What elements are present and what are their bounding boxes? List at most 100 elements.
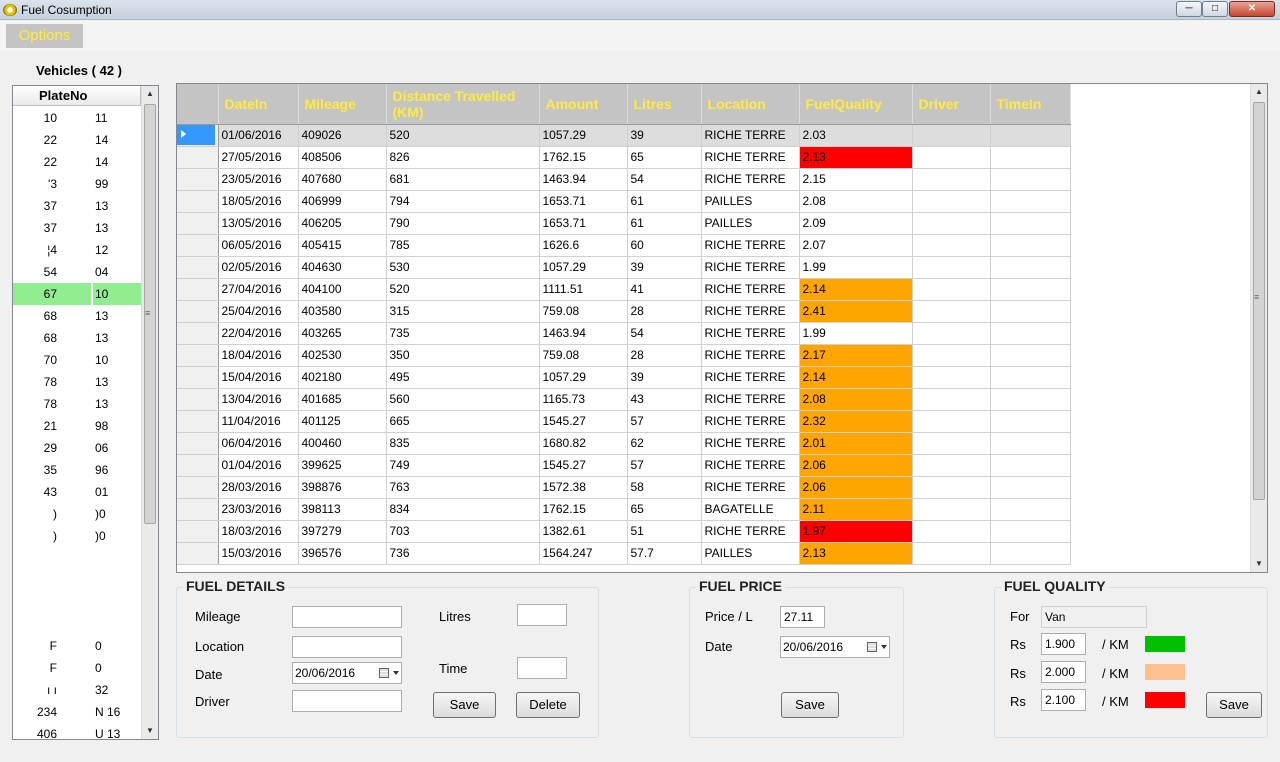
cell-distance[interactable]: 826 xyxy=(386,146,540,169)
cell-distance[interactable]: 560 xyxy=(386,388,540,411)
cell-distance[interactable]: 520 xyxy=(386,124,540,147)
plateno-header[interactable]: PlateNo xyxy=(13,86,141,106)
row-header[interactable] xyxy=(177,322,219,345)
table-row[interactable]: 06/04/2016 400460 835 1680.82 62 RICHE TERRE 2… xyxy=(177,432,1071,455)
table-row[interactable]: 06/05/2016 405415 785 1626.6 60 RICHE TERRE 2.… xyxy=(177,234,1071,257)
save-price-button[interactable]: Save xyxy=(781,692,839,718)
cell-litres[interactable]: 41 xyxy=(627,278,702,301)
chevron-down-icon[interactable] xyxy=(393,671,399,675)
quality-orange-input[interactable]: 2.000 xyxy=(1041,661,1086,683)
row-header[interactable] xyxy=(177,190,219,213)
cell-mileage[interactable]: 406999 xyxy=(298,190,387,213)
cell-location[interactable]: RICHE TERRE xyxy=(701,432,800,455)
cell-timein[interactable] xyxy=(990,124,1071,147)
cell-distance[interactable]: 530 xyxy=(386,256,540,279)
row-header[interactable] xyxy=(177,542,219,565)
vehicle-row[interactable]: 35 96 xyxy=(13,459,143,481)
cell-timein[interactable] xyxy=(990,542,1071,565)
chevron-down-icon[interactable] xyxy=(881,645,887,649)
cell-litres[interactable]: 39 xyxy=(627,366,702,389)
cell-litres[interactable]: 57 xyxy=(627,410,702,433)
row-header[interactable] xyxy=(177,344,219,367)
mileage-input[interactable] xyxy=(292,606,402,628)
cell-amount[interactable]: 759.08 xyxy=(539,344,628,367)
price-date-picker[interactable]: 20/06/2016 xyxy=(780,636,890,658)
cell-location[interactable]: BAGATELLE xyxy=(701,498,800,521)
cell-location[interactable]: RICHE TERRE xyxy=(701,476,800,499)
row-header[interactable] xyxy=(177,146,219,169)
cell-mileage[interactable]: 401685 xyxy=(298,388,387,411)
cell-quality[interactable]: 2.08 xyxy=(799,388,913,411)
cell-quality[interactable]: 2.15 xyxy=(799,168,913,191)
cell-driver[interactable] xyxy=(912,388,991,411)
table-row[interactable]: 13/05/2016 406205 790 1653.71 61 PAILLES 2.09 xyxy=(177,212,1071,235)
cell-distance[interactable]: 350 xyxy=(386,344,540,367)
cell-quality[interactable]: 2.32 xyxy=(799,410,913,433)
cell-mileage[interactable]: 404100 xyxy=(298,278,387,301)
cell-driver[interactable] xyxy=(912,476,991,499)
row-header[interactable] xyxy=(177,124,219,147)
cell-quality[interactable]: 2.03 xyxy=(799,124,913,147)
cell-mileage[interactable]: 397279 xyxy=(298,520,387,543)
cell-distance[interactable]: 834 xyxy=(386,498,540,521)
cell-litres[interactable]: 65 xyxy=(627,498,702,521)
header-timein[interactable]: TimeIn xyxy=(990,84,1071,125)
driver-input[interactable] xyxy=(292,690,402,712)
cell-location[interactable]: RICHE TERRE xyxy=(701,146,800,169)
cell-amount[interactable]: 1653.71 xyxy=(539,190,628,213)
cell-quality[interactable]: 1.99 xyxy=(799,322,913,345)
cell-litres[interactable]: 54 xyxy=(627,168,702,191)
table-row[interactable]: 23/03/2016 398113 834 1762.15 65 BAGATELLE 2.1… xyxy=(177,498,1071,521)
cell-mileage[interactable]: 403580 xyxy=(298,300,387,323)
cell-driver[interactable] xyxy=(912,300,991,323)
cell-location[interactable]: RICHE TERRE xyxy=(701,454,800,477)
cell-timein[interactable] xyxy=(990,498,1071,521)
cell-location[interactable]: RICHE TERRE xyxy=(701,366,800,389)
cell-mileage[interactable]: 405415 xyxy=(298,234,387,257)
row-header[interactable] xyxy=(177,476,219,499)
cell-litres[interactable]: 61 xyxy=(627,212,702,235)
cell-mileage[interactable]: 403265 xyxy=(298,322,387,345)
cell-quality[interactable]: 2.09 xyxy=(799,212,913,235)
vehicle-row[interactable]: 68 13 xyxy=(13,305,143,327)
vehicle-row[interactable]: 3' 99 xyxy=(13,173,143,195)
cell-quality[interactable]: 2.13 xyxy=(799,542,913,565)
cell-distance[interactable]: 520 xyxy=(386,278,540,301)
vehicle-row[interactable]: 43 01 xyxy=(13,481,143,503)
cell-distance[interactable]: 763 xyxy=(386,476,540,499)
cell-quality[interactable]: 2.06 xyxy=(799,454,913,477)
cell-location[interactable]: RICHE TERRE xyxy=(701,256,800,279)
row-header[interactable] xyxy=(177,212,219,235)
scroll-up-icon[interactable]: ▲ xyxy=(1251,84,1267,100)
cell-quality[interactable]: 2.14 xyxy=(799,366,913,389)
table-row[interactable]: 02/05/2016 404630 530 1057.29 39 RICHE TERRE 1… xyxy=(177,256,1071,279)
cell-distance[interactable]: 735 xyxy=(386,322,540,345)
save-fuel-details-button[interactable]: Save xyxy=(433,692,496,718)
header-mileage[interactable]: Mileage xyxy=(298,84,387,125)
header-amount[interactable]: Amount xyxy=(539,84,628,125)
cell-mileage[interactable]: 404630 xyxy=(298,256,387,279)
cell-driver[interactable] xyxy=(912,410,991,433)
cell-date[interactable]: 27/05/2016 xyxy=(218,146,299,169)
cell-mileage[interactable]: 402180 xyxy=(298,366,387,389)
cell-date[interactable]: 01/06/2016 xyxy=(218,124,299,147)
cell-amount[interactable]: 1463.94 xyxy=(539,168,628,191)
calendar-icon[interactable] xyxy=(867,642,877,652)
scroll-down-icon[interactable]: ▼ xyxy=(142,723,158,739)
cell-amount[interactable]: 1057.29 xyxy=(539,256,628,279)
quality-green-input[interactable]: 1.900 xyxy=(1041,633,1086,655)
cell-quality[interactable]: 1.99 xyxy=(799,256,913,279)
cell-quality[interactable]: 2.14 xyxy=(799,278,913,301)
cell-quality[interactable]: 2.01 xyxy=(799,432,913,455)
cell-timein[interactable] xyxy=(990,520,1071,543)
cell-timein[interactable] xyxy=(990,256,1071,279)
cell-amount[interactable]: 1463.94 xyxy=(539,322,628,345)
vehicle-row[interactable]: 37 13 xyxy=(13,195,143,217)
cell-quality[interactable]: 1.97 xyxy=(799,520,913,543)
cell-distance[interactable]: 665 xyxy=(386,410,540,433)
cell-litres[interactable]: 28 xyxy=(627,300,702,323)
location-input[interactable] xyxy=(292,636,402,658)
cell-driver[interactable] xyxy=(912,344,991,367)
vehicle-row[interactable]: 78 13 xyxy=(13,371,143,393)
row-header[interactable] xyxy=(177,168,219,191)
